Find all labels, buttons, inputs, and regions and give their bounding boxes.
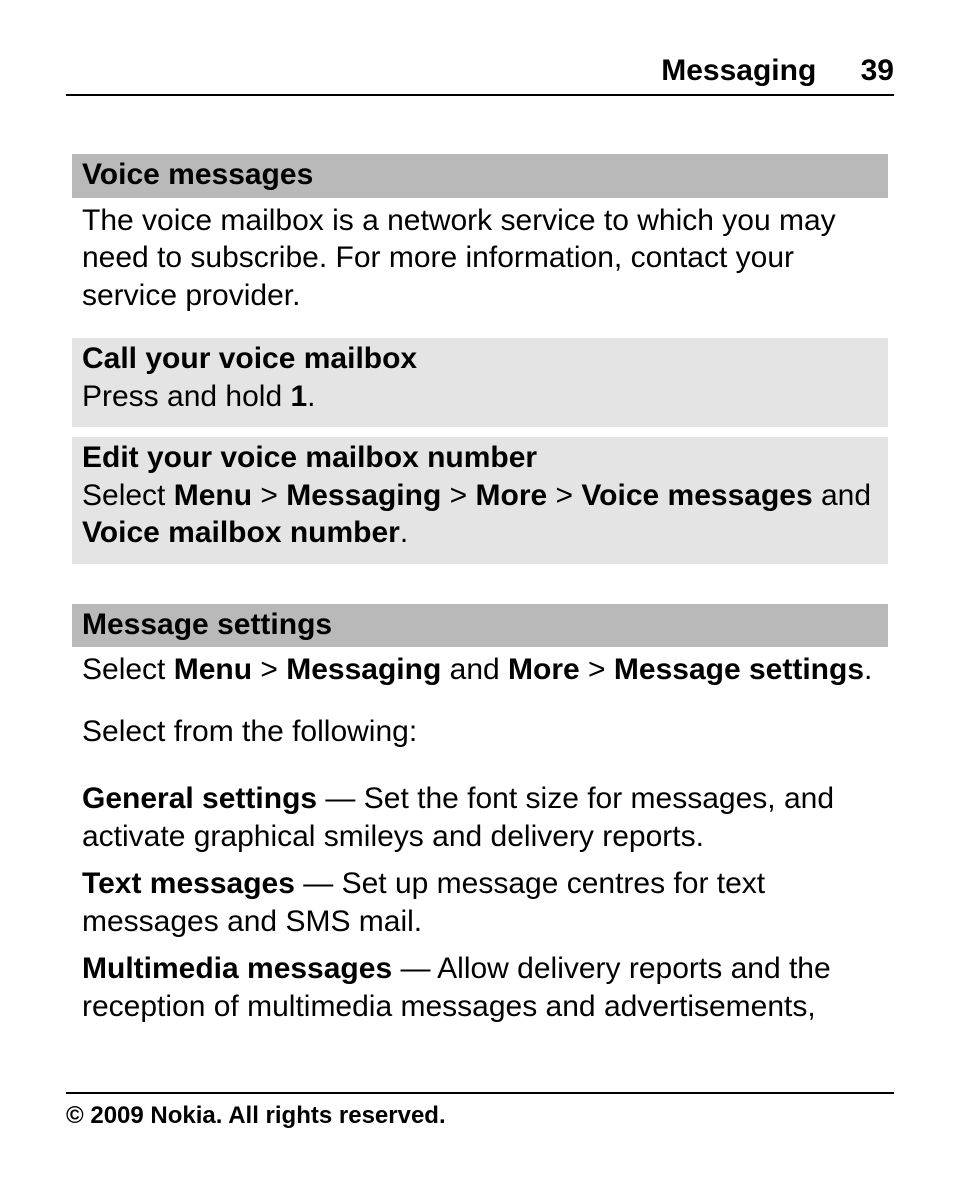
subsection-edit-voice-mailbox: Edit your voice mailbox number Select Me… (72, 437, 888, 564)
header-page-number: 39 (861, 54, 894, 87)
ms-path-menu: Menu (174, 653, 252, 686)
and-word: and (813, 479, 871, 512)
page-header: Messaging 39 (66, 54, 894, 96)
path-sep-2: > (441, 479, 475, 512)
path-voice-mailbox-number: Voice mailbox number (82, 516, 400, 549)
ms-and-word: and (441, 653, 508, 686)
path-sep-3: > (547, 479, 581, 512)
ms-path-messaging: Messaging (286, 653, 441, 686)
ms-select-word: Select (82, 653, 174, 686)
item-mm-label: Multimedia messages (82, 952, 392, 985)
subsection-call-voice-mailbox: Call your voice mailbox Press and hold 1… (72, 338, 888, 427)
ms-path-more: More (508, 653, 580, 686)
ms-sep-2: > (580, 653, 614, 686)
call-body-bold: 1 (290, 380, 307, 413)
sub-title-edit: Edit your voice mailbox number (72, 437, 888, 477)
select-word: Select (82, 479, 174, 512)
path-menu: Menu (174, 479, 252, 512)
call-body-pre: Press and hold (82, 380, 290, 413)
path-more: More (476, 479, 548, 512)
item-text-label: Text messages (82, 867, 295, 900)
item-general-settings: General settings — Set the font size for… (72, 776, 888, 857)
section-title-message-settings: Message settings (72, 604, 888, 648)
path-sep-1: > (252, 479, 286, 512)
header-section: Messaging (661, 54, 816, 87)
voice-intro: The voice mailbox is a network service t… (72, 198, 888, 317)
call-body-post: . (307, 380, 315, 413)
item-text-messages: Text messages — Set up message centres f… (72, 861, 888, 942)
ms-period: . (864, 653, 872, 686)
sub-body-call: Press and hold 1. (72, 378, 888, 428)
path-messaging: Messaging (286, 479, 441, 512)
page-footer: © 2009 Nokia. All rights reserved. (66, 1092, 894, 1130)
sub-title-call: Call your voice mailbox (72, 338, 888, 378)
message-settings-path: Select Menu > Messaging and More > Messa… (72, 647, 888, 691)
page-content: Voice messages The voice mailbox is a ne… (66, 96, 894, 1027)
select-from-following: Select from the following: (72, 709, 888, 753)
item-multimedia-messages: Multimedia messages — Allow delivery rep… (72, 946, 888, 1027)
ms-path-message-settings: Message settings (614, 653, 864, 686)
section-title-voice-messages: Voice messages (72, 154, 888, 198)
period: . (400, 516, 408, 549)
sub-body-edit: Select Menu > Messaging > More > Voice m… (72, 477, 888, 564)
ms-sep-1: > (252, 653, 286, 686)
manual-page: Messaging 39 Voice messages The voice ma… (0, 0, 954, 1180)
path-voice-messages: Voice messages (581, 479, 812, 512)
item-general-label: General settings (82, 782, 317, 815)
